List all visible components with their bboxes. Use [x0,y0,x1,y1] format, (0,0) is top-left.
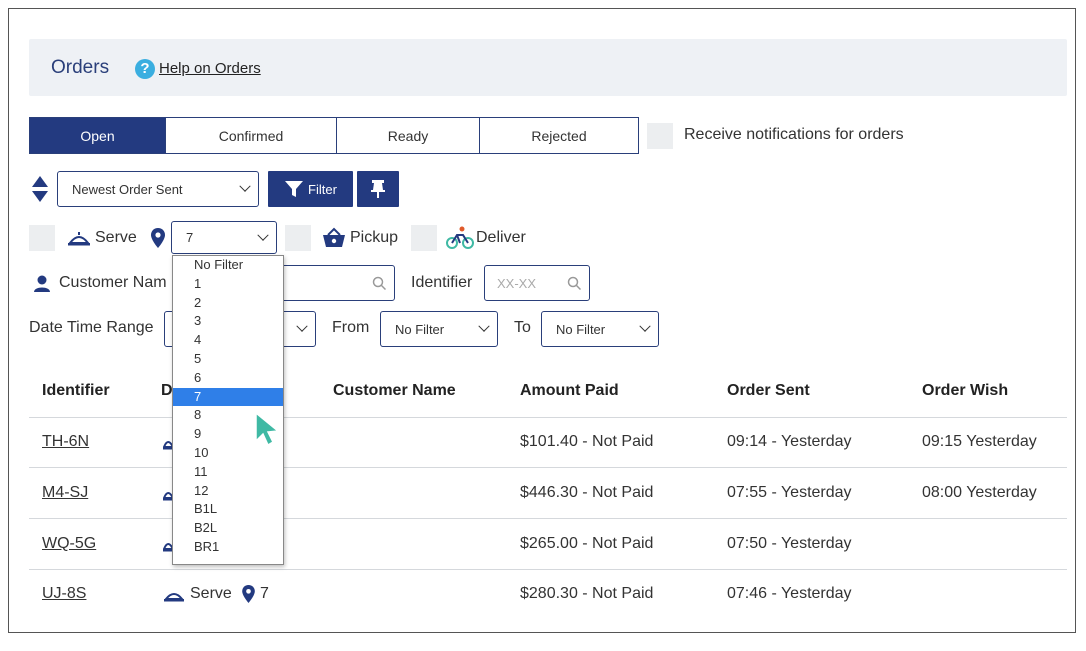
col-customer-name[interactable]: Customer Name [333,382,456,400]
identifier-input[interactable]: XX-XX [484,265,590,301]
sort-select-value: Newest Order Sent [72,181,183,197]
amount-paid: $280.30 - Not Paid [520,585,654,602]
from-select-value: No Filter [395,321,445,337]
serve-checkbox[interactable] [29,225,55,251]
serve-icon [163,593,185,602]
status-tabs: Open Confirmed Ready Rejected [29,117,639,154]
tab-ready[interactable]: Ready [337,117,480,154]
user-icon [34,275,50,292]
from-select[interactable]: No Filter [380,311,498,347]
order-wish: 08:00 Yesterday [922,484,1037,501]
identifier-label: Identifier [411,274,473,291]
order-wish: 09:15 Yesterday [922,433,1037,450]
dropdown-option[interactable]: 1 [173,275,283,294]
dropdown-option[interactable]: 4 [173,331,283,350]
customer-name-input[interactable] [271,265,395,301]
tab-confirmed[interactable]: Confirmed [166,117,337,154]
notifications-checkbox[interactable] [647,123,673,149]
basket-icon [323,227,345,247]
divider [29,569,1067,570]
pin-icon [371,180,385,198]
pin-button[interactable] [357,171,399,207]
to-select[interactable]: No Filter [541,311,659,347]
dropdown-option[interactable]: 2 [173,294,283,313]
dropdown-option[interactable]: 7 [173,387,283,407]
date-range-label: Date Time Range [29,319,154,336]
dropdown-option[interactable]: 11 [173,463,283,482]
location-pin-icon [151,228,165,248]
to-select-value: No Filter [556,321,606,337]
page-title: Orders [51,57,110,78]
chevron-down-icon [239,180,251,192]
dropdown-option[interactable]: No Filter [173,256,283,275]
col-delivery[interactable]: D [161,382,173,400]
help-icon[interactable]: ? [135,59,155,79]
order-identifier-link[interactable]: M4-SJ [42,484,88,502]
amount-paid: $101.40 - Not Paid [520,433,654,450]
order-identifier-link[interactable]: UJ-8S [42,585,86,603]
from-label: From [332,319,370,336]
serve-icon [67,232,91,246]
chevron-down-icon [639,320,651,332]
pickup-label: Pickup [350,229,399,246]
serve-label: Serve [95,229,137,246]
dropdown-option[interactable]: B2L [173,519,283,538]
dropdown-option[interactable]: 3 [173,312,283,331]
help-link[interactable]: Help on Orders [159,60,261,77]
tab-open[interactable]: Open [29,117,166,154]
search-icon [567,276,581,290]
customer-name-label: Customer Nam [59,274,167,291]
dropdown-option[interactable]: B1L [173,500,283,519]
bicycle-icon [446,226,474,249]
deliver-label: Deliver [476,229,526,246]
to-label: To [514,319,531,336]
order-identifier-link[interactable]: WQ-5G [42,535,96,553]
mouse-cursor-icon [255,411,280,447]
filter-button[interactable]: Filter [268,171,353,207]
chevron-down-icon [257,229,269,241]
order-identifier-link[interactable]: TH-6N [42,433,89,451]
chevron-down-icon [478,320,490,332]
col-identifier[interactable]: Identifier [42,382,110,400]
orders-panel: Orders ? Help on Orders Open Confirmed R… [8,8,1076,633]
order-sent: 07:50 - Yesterday [727,535,852,552]
deliver-checkbox[interactable] [411,225,437,251]
order-sent: 09:14 - Yesterday [727,433,852,450]
table-select-value: 7 [186,230,194,245]
search-icon [372,276,386,290]
tab-rejected[interactable]: Rejected [480,117,639,154]
sort-select[interactable]: Newest Order Sent [57,171,259,207]
pickup-checkbox[interactable] [285,225,311,251]
order-sent: 07:55 - Yesterday [727,484,852,501]
table-number: 7 [260,585,269,602]
order-sent: 07:46 - Yesterday [727,585,852,602]
dropdown-option[interactable]: 6 [173,369,283,388]
dropdown-option[interactable]: BR1 [173,538,283,557]
sort-icon[interactable] [31,175,49,203]
table-dropdown-list[interactable]: No Filter 1 2 3 4 5 6 7 8 9 10 11 12 B1L B2L BR1 [172,255,284,565]
filter-icon [285,181,304,197]
orders-header: Orders ? Help on Orders [29,39,1067,96]
dropdown-option[interactable]: 12 [173,482,283,501]
col-amount-paid[interactable]: Amount Paid [520,382,619,400]
location-pin-icon [242,585,255,603]
amount-paid: $446.30 - Not Paid [520,484,654,501]
col-order-sent[interactable]: Order Sent [727,382,810,400]
dropdown-option[interactable]: 5 [173,350,283,369]
table-select[interactable]: 7 [171,221,277,254]
amount-paid: $265.00 - Not Paid [520,535,654,552]
identifier-placeholder: XX-XX [497,275,537,291]
filter-button-label: Filter [308,181,337,197]
chevron-down-icon [296,320,308,332]
notifications-label: Receive notifications for orders [684,126,904,143]
delivery-label: Serve [190,585,232,602]
col-order-wish[interactable]: Order Wish [922,382,1008,400]
